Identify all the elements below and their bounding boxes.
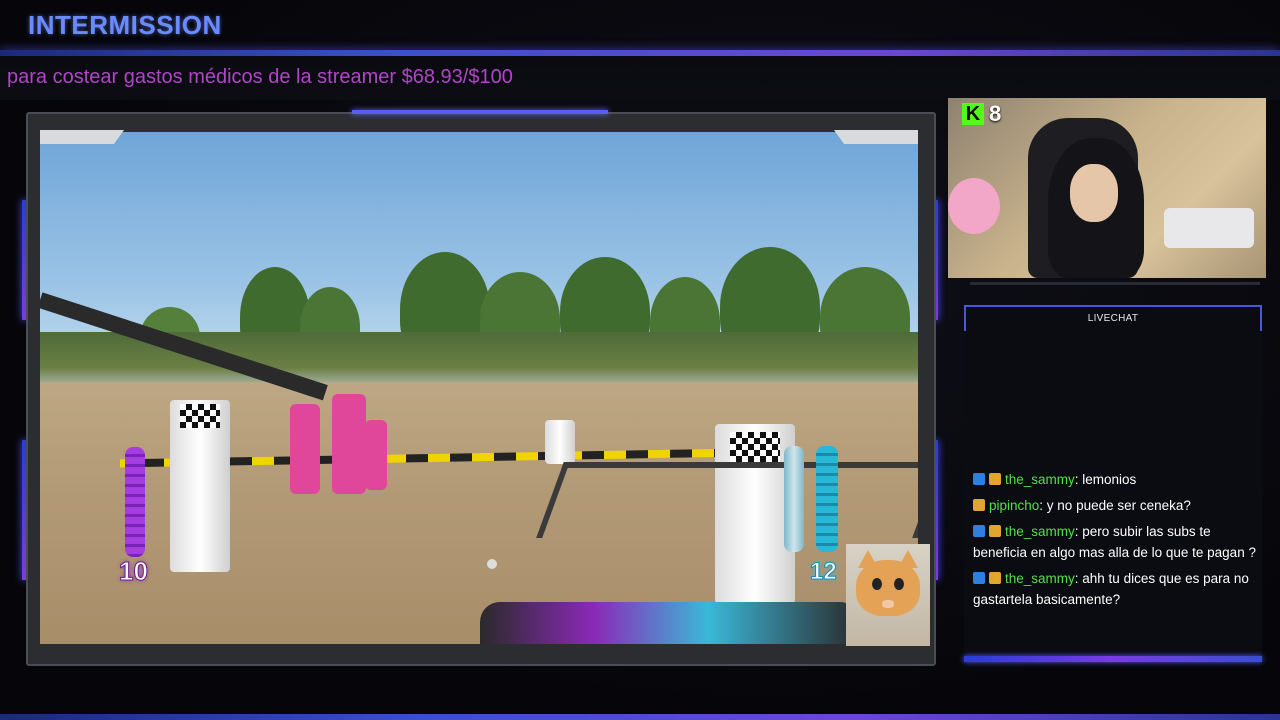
score-tube-left xyxy=(125,447,145,557)
chat-username[interactable]: the_sammy xyxy=(1005,571,1075,586)
frame-tab-right xyxy=(834,130,918,144)
kick-icon: K xyxy=(962,103,984,125)
launcher-rig xyxy=(536,462,918,538)
donation-goal-ticker: para costear gastos médicos de la stream… xyxy=(7,66,513,88)
chat-message: the_sammy: lemonios xyxy=(973,469,1263,490)
score-left: 10 xyxy=(119,556,149,587)
player xyxy=(332,394,366,494)
chat-text: : lemonios xyxy=(1074,472,1137,487)
viewer-count: 8 xyxy=(989,101,1002,126)
chat-message: the_sammy: pero subir las subs te benefi… xyxy=(973,521,1263,563)
frame-tab-left xyxy=(40,130,124,144)
prime-badge-icon xyxy=(973,572,985,584)
chat-text: : y no puede ser ceneka? xyxy=(1039,498,1191,513)
chat-message: pipincho: y no puede ser ceneka? xyxy=(973,495,1263,516)
sub-badge-icon xyxy=(989,525,1001,537)
sub-badge-icon xyxy=(989,572,1001,584)
prime-badge-icon xyxy=(973,473,985,485)
chat-username[interactable]: pipincho xyxy=(989,498,1039,513)
foreground-contestant xyxy=(480,602,860,644)
score-right: 12 xyxy=(810,558,838,586)
sub-badge-icon xyxy=(989,473,1001,485)
ball xyxy=(487,559,497,569)
webcam-divider xyxy=(970,282,1260,285)
sub-badge-icon xyxy=(973,499,985,511)
chat-username[interactable]: the_sammy xyxy=(1005,524,1075,539)
player xyxy=(365,420,387,490)
stream-overlay: INTERMISSION para costear gastos médicos… xyxy=(0,0,1280,720)
video-player[interactable] xyxy=(40,132,918,644)
viewer-badge: K 8 xyxy=(962,101,1001,127)
player xyxy=(290,404,320,494)
bottom-accent-bar xyxy=(0,714,1280,720)
stream-title: INTERMISSION xyxy=(28,10,222,40)
cat-face-overlay xyxy=(846,544,930,646)
chat-message: the_sammy: ahh tu dices que es para no g… xyxy=(973,568,1263,610)
prime-badge-icon xyxy=(973,525,985,537)
barrel-center xyxy=(545,420,575,464)
chat-header: LIVECHAT xyxy=(964,305,1262,333)
plush-toy xyxy=(948,178,1000,234)
chat-username[interactable]: the_sammy xyxy=(1005,472,1075,487)
chat-bottom-bar xyxy=(964,656,1262,662)
score-tube-right-empty xyxy=(784,446,804,552)
score-tube-right xyxy=(816,446,838,552)
frame-top-accent xyxy=(352,110,608,114)
